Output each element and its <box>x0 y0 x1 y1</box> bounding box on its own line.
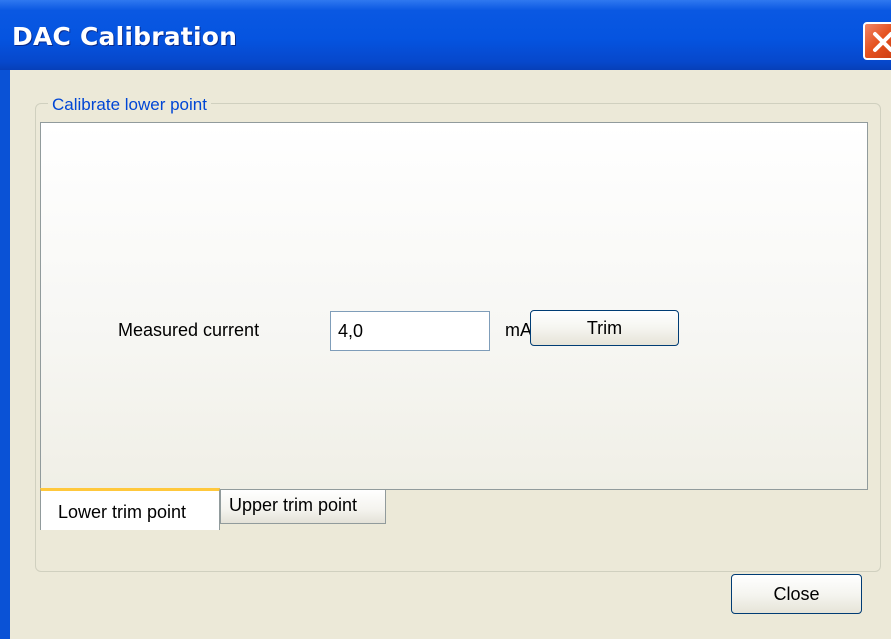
close-window-button[interactable] <box>863 22 891 60</box>
tab-upper-trim-point[interactable]: Upper trim point <box>220 490 386 524</box>
dac-calibration-window: DAC Calibration Calibrate lower point Me… <box>0 0 891 639</box>
measured-current-label: Measured current <box>118 320 260 340</box>
window-title: DAC Calibration <box>12 22 238 51</box>
tab-label: Lower trim point <box>58 502 187 522</box>
title-bar[interactable]: DAC Calibration <box>0 0 891 70</box>
tab-label: Upper trim point <box>229 495 358 515</box>
close-button[interactable]: Close <box>731 574 862 614</box>
trim-button[interactable]: Trim <box>530 310 679 346</box>
close-icon <box>873 32 891 52</box>
tab-lower-trim-point[interactable]: Lower trim point <box>40 488 220 530</box>
tab-page-lower-trim-point: Measured current mA Trim <box>40 122 868 490</box>
unit-label: mA <box>505 320 532 340</box>
dialog-client-area: Calibrate lower point Measured current m… <box>10 70 891 639</box>
measured-current-input[interactable] <box>330 311 490 351</box>
groupbox-legend: Calibrate lower point <box>48 95 211 115</box>
